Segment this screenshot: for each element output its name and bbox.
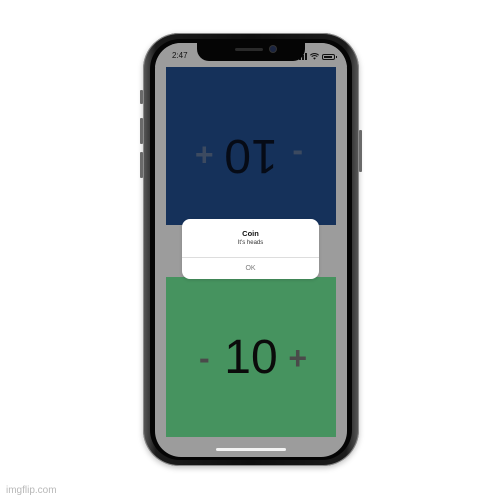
coin-alert-dialog: Coin It's heads OK bbox=[182, 219, 319, 279]
top-player-panel: - 10 + bbox=[166, 67, 336, 225]
alert-message: It's heads bbox=[237, 240, 264, 246]
bottom-player-decrement-button[interactable]: - bbox=[190, 342, 218, 374]
stage: 2:47 - 10 + - 10 + Coin It's heads OK im… bbox=[0, 0, 500, 500]
top-player-counter: - 10 + bbox=[166, 125, 336, 185]
top-player-increment-button[interactable]: + bbox=[190, 137, 218, 173]
battery-icon bbox=[322, 54, 337, 60]
status-time: 2:47 bbox=[172, 51, 188, 60]
speaker-grille bbox=[235, 48, 263, 51]
bottom-player-counter: - 10 + bbox=[166, 328, 336, 388]
top-player-life-value: 10 bbox=[224, 129, 278, 182]
volume-up-button bbox=[140, 118, 143, 144]
alert-ok-button[interactable]: OK bbox=[182, 258, 319, 279]
front-camera bbox=[270, 46, 276, 52]
bottom-player-life-value: 10 bbox=[224, 331, 278, 384]
alert-title: Coin bbox=[242, 229, 259, 238]
volume-down-button bbox=[140, 152, 143, 178]
power-button bbox=[359, 130, 362, 172]
imgflip-watermark: imgflip.com bbox=[6, 485, 57, 496]
notch bbox=[197, 43, 305, 61]
phone-screen: 2:47 - 10 + - 10 + Coin It's heads OK bbox=[155, 43, 347, 457]
silent-switch bbox=[140, 90, 143, 104]
bottom-player-increment-button[interactable]: + bbox=[284, 342, 312, 374]
top-player-decrement-button[interactable]: - bbox=[284, 137, 312, 173]
wifi-icon bbox=[310, 53, 319, 60]
home-indicator[interactable] bbox=[216, 448, 286, 451]
bottom-player-panel: - 10 + bbox=[166, 277, 336, 437]
